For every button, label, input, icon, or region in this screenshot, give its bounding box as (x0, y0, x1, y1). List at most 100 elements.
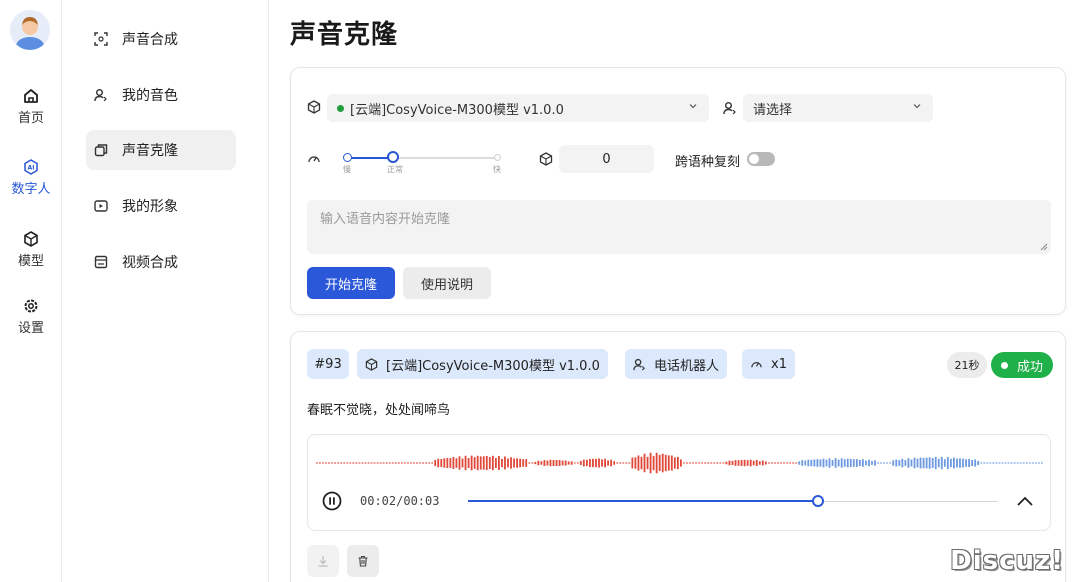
waveform-bar (710, 462, 713, 464)
slider-max-marker (494, 154, 501, 161)
waveform-bar (819, 459, 822, 467)
task-model-badge: [云端]CosyVoice-M300模型 v1.0.0 (357, 349, 608, 379)
waveform-bar (792, 462, 795, 464)
waveform-bar (397, 462, 400, 464)
waveform-bar (537, 460, 540, 466)
waveform-bar (516, 458, 519, 468)
waveform-bar (1034, 462, 1037, 464)
user-voice-icon (633, 358, 645, 370)
waveform-bar (601, 459, 603, 467)
waveform-bar (953, 457, 955, 469)
waveform-bar (519, 458, 522, 468)
rail-item-settings[interactable]: 设置 (0, 297, 62, 336)
svg-text:AI: AI (28, 165, 35, 172)
progress-thumb[interactable] (811, 495, 824, 507)
waveform-bar (1016, 462, 1019, 464)
menu-item-video-synthesis[interactable]: 视频合成 (86, 242, 236, 282)
task-text: 春眠不觉晓，处处闻啼鸟 (307, 403, 451, 418)
delete-button[interactable] (347, 545, 379, 577)
waveform-bar (564, 460, 567, 466)
voice-select[interactable]: 请选择 (743, 94, 933, 122)
waveform-bar (734, 460, 737, 466)
waveform-bar (455, 458, 458, 468)
status-dot (337, 104, 344, 112)
clone-text-input[interactable]: 输入语音内容开始克隆 (307, 200, 1051, 254)
waveform-bar (934, 456, 937, 470)
waveform-bar (1022, 462, 1025, 464)
waveform-bar (849, 459, 852, 467)
model-select[interactable]: [云端]CosyVoice-M300模型 v1.0.0 (327, 94, 709, 122)
waveform-bar (501, 458, 503, 468)
speed-label-slow: 慢 (343, 165, 351, 174)
waveform-bar (504, 456, 506, 470)
seed-input[interactable]: 0 (559, 145, 654, 173)
waveform-bar (631, 457, 634, 469)
waveform-bar (589, 458, 591, 468)
waveform-bar (965, 459, 967, 467)
clone-text-placeholder: 输入语音内容开始克隆 (320, 212, 451, 227)
waveform-bar (328, 462, 330, 464)
video-icon (94, 255, 108, 269)
resize-handle-icon[interactable] (1040, 243, 1048, 251)
waveform-bar (1007, 462, 1010, 464)
waveform-bar (880, 462, 883, 464)
menu-item-voice-synthesis[interactable]: 声音合成 (86, 19, 236, 59)
waveform-bar (425, 462, 428, 464)
cube-icon (24, 231, 38, 247)
progress-fill (468, 500, 818, 502)
task-voice-label: 电话机器人 (654, 358, 720, 374)
waveform-bar (546, 460, 549, 466)
waveform-bar (892, 460, 895, 466)
slider-thumb[interactable] (386, 151, 399, 163)
menu-item-label: 声音合成 (122, 32, 178, 48)
cube-icon (365, 357, 378, 371)
audio-player: 00:02/00:03 (307, 434, 1051, 531)
waveform-bar (464, 455, 467, 471)
waveform-bar (910, 459, 913, 467)
help-button[interactable]: 使用说明 (403, 267, 491, 299)
avatar[interactable] (10, 10, 50, 50)
waveform-bar (962, 458, 964, 468)
waveform-bar (810, 459, 813, 467)
rail-item-model[interactable]: 模型 (0, 230, 62, 269)
waveform-bar (661, 453, 664, 473)
rail-item-label: 设置 (17, 321, 44, 336)
rail-item-digital-human[interactable]: AI 数字人 (0, 158, 62, 197)
chevron-up-icon[interactable] (1016, 494, 1034, 508)
menu-item-my-voices[interactable]: 我的音色 (86, 75, 236, 115)
waveform-bar (783, 462, 785, 464)
menu-item-my-avatar[interactable]: 我的形象 (86, 186, 236, 226)
waveform-bar (840, 458, 843, 468)
waveform-bar (1025, 462, 1028, 464)
waveform-bar (789, 462, 792, 464)
waveform-bar (394, 462, 397, 464)
start-clone-button[interactable]: 开始克隆 (307, 267, 395, 299)
waveform-bar (959, 458, 961, 468)
waveform-bar (634, 457, 637, 469)
rail-item-home[interactable]: 首页 (0, 87, 62, 126)
waveform[interactable] (316, 449, 1044, 477)
waveform-bar (531, 462, 534, 464)
waveform-bar (928, 457, 931, 469)
waveform-bar (761, 460, 764, 466)
waveform-bar (980, 462, 983, 464)
home-icon (24, 89, 38, 103)
waveform-bar (334, 462, 337, 464)
menu-item-label: 声音克隆 (122, 143, 178, 159)
waveform-bar (370, 462, 373, 464)
waveform-bar (898, 460, 901, 466)
menu-item-voice-clone[interactable]: 声音克隆 (86, 130, 236, 170)
waveform-bar (749, 459, 752, 467)
slider-min-marker (343, 153, 352, 162)
playback-time: 00:02/00:03 (360, 494, 440, 508)
waveform-bar (410, 462, 412, 464)
waveform-bar (883, 462, 886, 464)
download-button[interactable] (307, 545, 339, 577)
waveform-bar (570, 461, 573, 465)
rail-item-label: 数字人 (11, 182, 51, 197)
waveform-bar (758, 461, 761, 465)
waveform-bar (604, 458, 606, 468)
cross-lang-toggle[interactable] (747, 152, 775, 166)
pause-icon[interactable] (322, 491, 342, 511)
waveform-bar (552, 460, 555, 466)
